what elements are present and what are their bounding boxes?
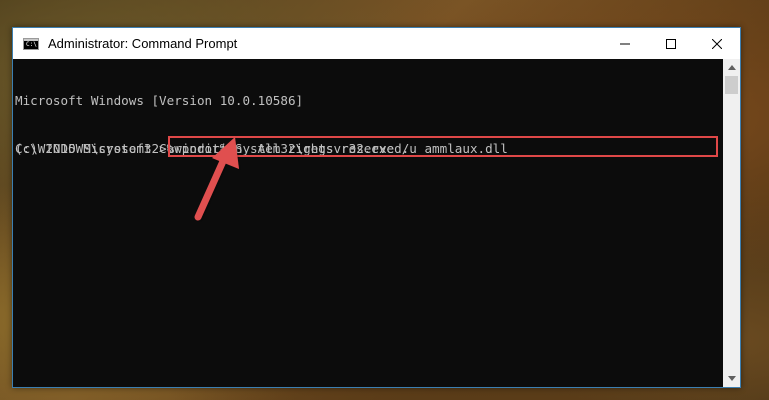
cmd-app-icon[interactable]: C:\ [23,37,39,50]
arrow-annotation-icon [194,137,239,221]
maximize-icon [666,38,676,49]
cmd-app-icon-glyph: C:\ [26,40,37,48]
scroll-up-button[interactable] [723,59,740,76]
maximize-button[interactable] [648,28,694,59]
minimize-button[interactable] [602,28,648,59]
scroll-thumb[interactable] [725,76,738,94]
scroll-down-icon [727,376,736,381]
close-icon [712,38,722,49]
minimize-icon [620,43,630,44]
command-prompt-window: C:\ Administrator: Command Prompt Micros… [12,27,741,388]
scroll-up-icon [727,65,736,70]
window-controls [602,28,740,59]
prompt-path: C:\WINDOWS\system32> [15,141,167,156]
scroll-down-button[interactable] [723,370,740,387]
close-button[interactable] [694,28,740,59]
console-output[interactable]: Microsoft Windows [Version 10.0.10586] (… [13,59,723,387]
vertical-scrollbar[interactable] [723,59,740,387]
title-bar[interactable]: C:\ Administrator: Command Prompt [13,28,740,59]
console-line-version: Microsoft Windows [Version 10.0.10586] [15,93,304,108]
window-title: Administrator: Command Prompt [48,36,238,51]
